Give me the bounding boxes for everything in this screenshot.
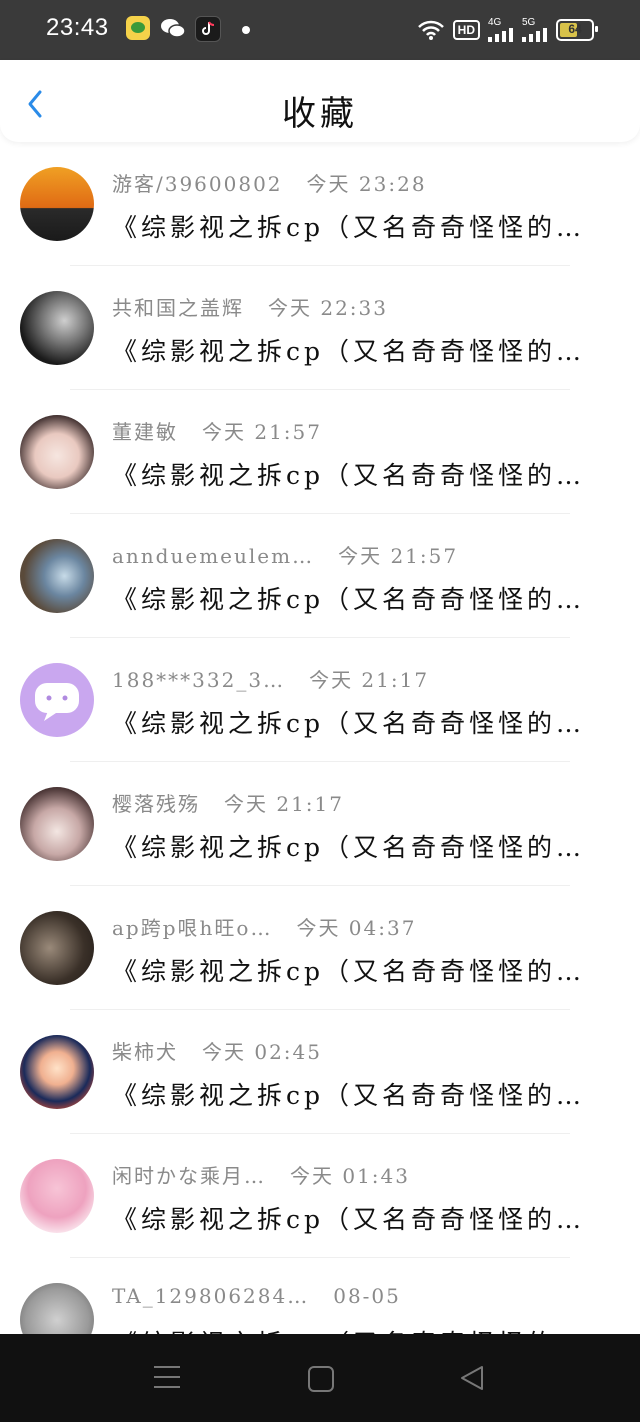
item-meta: 游客/39600802 今天 23:28 [112, 168, 427, 198]
list-item[interactable]: 柴柿犬 今天 02:45 《综影视之拆cp（又名奇奇怪怪的… [0, 1010, 640, 1134]
item-meta: 共和国之盖辉 今天 22:33 [112, 292, 388, 322]
user-name[interactable]: 樱落残殇 [112, 788, 200, 817]
list-item[interactable]: 董建敏 今天 21:57 《综影视之拆cp（又名奇奇怪怪的… [0, 390, 640, 514]
item-time: 今天 01:43 [290, 1164, 410, 1188]
battery-percent: 64 [568, 22, 582, 36]
back-triangle-icon [461, 1366, 483, 1390]
notification-dot-icon [242, 26, 250, 34]
signal-5g: 5G [522, 18, 548, 42]
post-title[interactable]: 《综影视之拆cp（又名奇奇怪怪的… [112, 704, 612, 740]
item-time: 今天 21:57 [338, 544, 459, 568]
avatar[interactable] [20, 911, 94, 985]
status-right: HD 4G 5G 64 [417, 14, 598, 46]
wechat-icon [160, 16, 186, 40]
home-button[interactable] [308, 1366, 334, 1392]
avatar[interactable] [20, 291, 94, 365]
menu-icon-line [154, 1386, 180, 1388]
menu-button[interactable] [154, 1364, 182, 1392]
user-name[interactable]: 柴柿犬 [112, 1036, 178, 1065]
page-header: 收藏 [0, 60, 640, 142]
list-item[interactable]: annduemeulem… 今天 21:57 《综影视之拆cp（又名奇奇怪怪的… [0, 514, 640, 638]
item-meta: 柴柿犬 今天 02:45 [112, 1036, 322, 1066]
item-meta: ap跨p哏h旺o… 今天 04:37 [112, 912, 416, 942]
status-bar: 23:43 HD 4G 5G 64 [0, 0, 640, 60]
app-notification-icon [126, 16, 150, 40]
post-title[interactable]: 《综影视之拆cp（又名奇奇怪怪的… [112, 1200, 612, 1236]
user-name[interactable]: 闲时かな乘月… [112, 1160, 266, 1189]
user-name[interactable]: TA_129806284… [112, 1284, 309, 1308]
favorites-list: 游客/39600802 今天 23:28 《综影视之拆cp（又名奇奇怪怪的… 共和国之… [0, 142, 640, 1334]
avatar[interactable] [20, 1035, 94, 1109]
avatar[interactable] [20, 539, 94, 613]
user-name[interactable]: 188***332_3… [112, 668, 285, 692]
item-meta: 闲时かな乘月… 今天 01:43 [112, 1160, 410, 1190]
net-label-4g: 4G [488, 17, 502, 28]
item-time: 今天 21:17 [224, 792, 344, 816]
item-time: 今天 21:57 [202, 420, 322, 444]
list-item[interactable]: 188***332_3… 今天 21:17 《综影视之拆cp（又名奇奇怪怪的… [0, 638, 640, 762]
item-time: 08-05 [333, 1284, 401, 1308]
item-time: 今天 21:17 [309, 668, 430, 692]
list-item[interactable]: TA_129806284… 08-05 《综影视之拆cp（又名奇奇怪怪的… [0, 1258, 640, 1334]
avatar[interactable] [20, 167, 94, 241]
post-title[interactable]: 《综影视之拆cp（又名奇奇怪怪的… [112, 828, 612, 864]
avatar[interactable] [20, 415, 94, 489]
item-time: 今天 22:33 [268, 296, 388, 320]
post-title[interactable]: 《综影视之拆cp（又名奇奇怪怪的… [112, 208, 612, 244]
post-title[interactable]: 《综影视之拆cp（又名奇奇怪怪的… [112, 332, 612, 368]
menu-icon [154, 1366, 180, 1368]
hd-badge: HD [452, 20, 480, 40]
system-back-button[interactable] [458, 1364, 486, 1392]
avatar[interactable] [20, 787, 94, 861]
item-time: 今天 02:45 [202, 1040, 322, 1064]
list-item[interactable]: 闲时かな乘月… 今天 01:43 《综影视之拆cp（又名奇奇怪怪的… [0, 1134, 640, 1258]
system-nav-bar [0, 1334, 640, 1422]
item-meta: 樱落残殇 今天 21:17 [112, 788, 344, 818]
user-name[interactable]: 共和国之盖辉 [112, 292, 244, 321]
list-item[interactable]: 游客/39600802 今天 23:28 《综影视之拆cp（又名奇奇怪怪的… [0, 142, 640, 266]
user-name[interactable]: annduemeulem… [112, 544, 314, 568]
signal-icon [488, 28, 513, 42]
menu-icon-line [154, 1376, 180, 1378]
tiktok-icon [195, 16, 221, 42]
status-time: 23:43 [46, 14, 109, 41]
page-title: 收藏 [282, 94, 358, 134]
user-name[interactable]: 董建敏 [112, 416, 178, 445]
list-item[interactable]: 共和国之盖辉 今天 22:33 《综影视之拆cp（又名奇奇怪怪的… [0, 266, 640, 390]
item-time: 今天 23:28 [306, 172, 427, 196]
list-item[interactable]: 樱落残殇 今天 21:17 《综影视之拆cp（又名奇奇怪怪的… [0, 762, 640, 886]
item-time: 今天 04:37 [296, 916, 417, 940]
user-name[interactable]: ap跨p哏h旺o… [112, 912, 272, 941]
avatar[interactable] [20, 1283, 94, 1334]
item-meta: 董建敏 今天 21:57 [112, 416, 322, 446]
net-label-5g: 5G [522, 17, 536, 28]
chat-bubble-icon [35, 683, 79, 721]
wifi-icon [417, 20, 444, 40]
avatar[interactable] [20, 663, 94, 737]
avatar[interactable] [20, 1159, 94, 1233]
post-title[interactable]: 《综影视之拆cp（又名奇奇怪怪的… [112, 1076, 612, 1112]
item-meta: TA_129806284… 08-05 [112, 1284, 401, 1314]
post-title[interactable]: 《综影视之拆cp（又名奇奇怪怪的… [112, 456, 612, 492]
user-name[interactable]: 游客/39600802 [112, 168, 283, 197]
signal-icon [522, 28, 547, 42]
item-meta: 188***332_3… 今天 21:17 [112, 664, 429, 694]
list-item[interactable]: ap跨p哏h旺o… 今天 04:37 《综影视之拆cp（又名奇奇怪怪的… [0, 886, 640, 1010]
post-title[interactable]: 《综影视之拆cp（又名奇奇怪怪的… [112, 1324, 612, 1334]
battery-icon: 64 [556, 19, 598, 41]
signal-4g: 4G [488, 18, 514, 42]
post-title[interactable]: 《综影视之拆cp（又名奇奇怪怪的… [112, 952, 612, 988]
post-title[interactable]: 《综影视之拆cp（又名奇奇怪怪的… [112, 580, 612, 616]
item-meta: annduemeulem… 今天 21:57 [112, 540, 458, 570]
